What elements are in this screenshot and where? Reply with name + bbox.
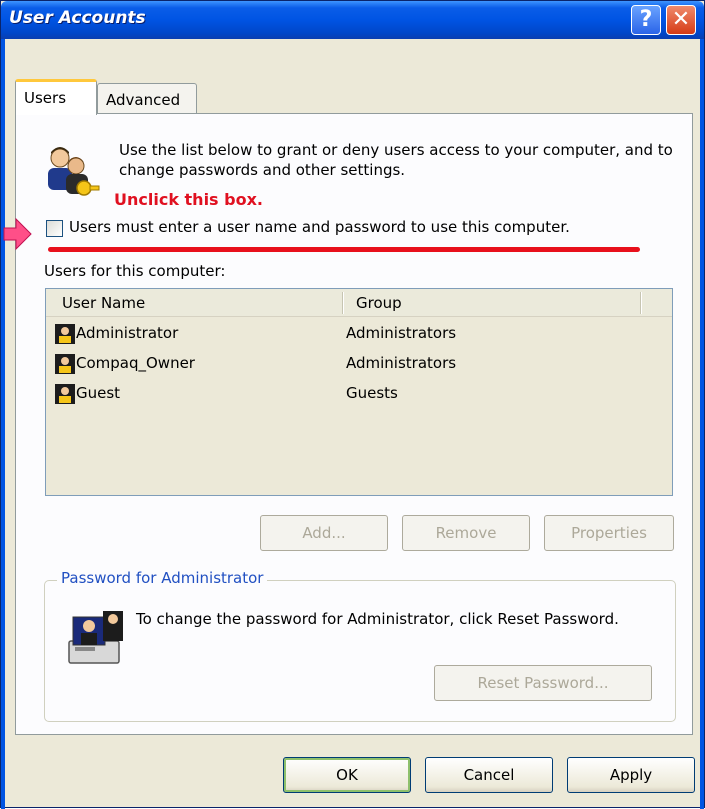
users-tab-panel: Use the list below to grant or deny user… bbox=[3, 113, 693, 735]
window-title: User Accounts bbox=[9, 8, 146, 28]
reset-password-button[interactable]: Reset Password... bbox=[434, 665, 652, 701]
title-bar[interactable]: User Accounts ? ✕ bbox=[1, 1, 704, 39]
require-password-checkbox[interactable] bbox=[46, 220, 63, 237]
properties-button[interactable]: Properties bbox=[544, 515, 674, 551]
require-password-label[interactable]: Users must enter a user name and passwor… bbox=[69, 218, 570, 236]
column-group[interactable]: Group bbox=[356, 294, 402, 312]
admin-computer-icon bbox=[68, 611, 123, 664]
add-button[interactable]: Add... bbox=[260, 515, 388, 551]
user-group: Administrators bbox=[346, 324, 457, 342]
help-button[interactable]: ? bbox=[631, 5, 661, 35]
list-item[interactable]: Administrator Administrators bbox=[46, 319, 672, 349]
password-group-title: Password for Administrator bbox=[57, 569, 268, 587]
user-icon bbox=[55, 384, 75, 404]
red-underline-annotation bbox=[48, 247, 640, 252]
users-keys-icon bbox=[48, 147, 100, 196]
user-accounts-window: User Accounts ? ✕ Users Advanced Use the… bbox=[0, 0, 705, 809]
column-divider[interactable] bbox=[640, 292, 642, 314]
users-list[interactable]: User Name Group Administrator Administra… bbox=[45, 288, 673, 496]
window-left-border bbox=[1, 39, 5, 809]
close-button[interactable]: ✕ bbox=[666, 5, 696, 35]
column-divider[interactable] bbox=[342, 292, 344, 314]
red-arrow-icon bbox=[3, 217, 32, 251]
list-header: User Name Group bbox=[46, 289, 672, 317]
tab-users[interactable]: Users bbox=[15, 79, 97, 115]
ok-button[interactable]: OK bbox=[283, 757, 411, 793]
user-group: Administrators bbox=[346, 354, 457, 372]
password-groupbox: Password for Administrator To change the… bbox=[44, 569, 676, 722]
tab-advanced[interactable]: Advanced bbox=[97, 83, 197, 115]
cancel-button[interactable]: Cancel bbox=[425, 757, 553, 793]
user-group: Guests bbox=[346, 384, 398, 402]
list-item[interactable]: Compaq_Owner Administrators bbox=[46, 349, 672, 379]
user-icon bbox=[55, 354, 75, 374]
column-user-name[interactable]: User Name bbox=[62, 294, 145, 312]
annotation-text: Unclick this box. bbox=[114, 190, 263, 209]
window-right-border bbox=[700, 39, 704, 809]
user-name: Compaq_Owner bbox=[76, 354, 195, 372]
password-info-text: To change the password for Administrator… bbox=[136, 610, 619, 628]
remove-button[interactable]: Remove bbox=[402, 515, 530, 551]
intro-text: Use the list below to grant or deny user… bbox=[119, 141, 673, 179]
list-item[interactable]: Guest Guests bbox=[46, 379, 672, 409]
users-list-label: Users for this computer: bbox=[44, 262, 226, 280]
user-icon bbox=[55, 324, 75, 344]
apply-button[interactable]: Apply bbox=[567, 757, 695, 793]
user-name: Guest bbox=[76, 384, 121, 402]
user-name: Administrator bbox=[76, 324, 179, 342]
